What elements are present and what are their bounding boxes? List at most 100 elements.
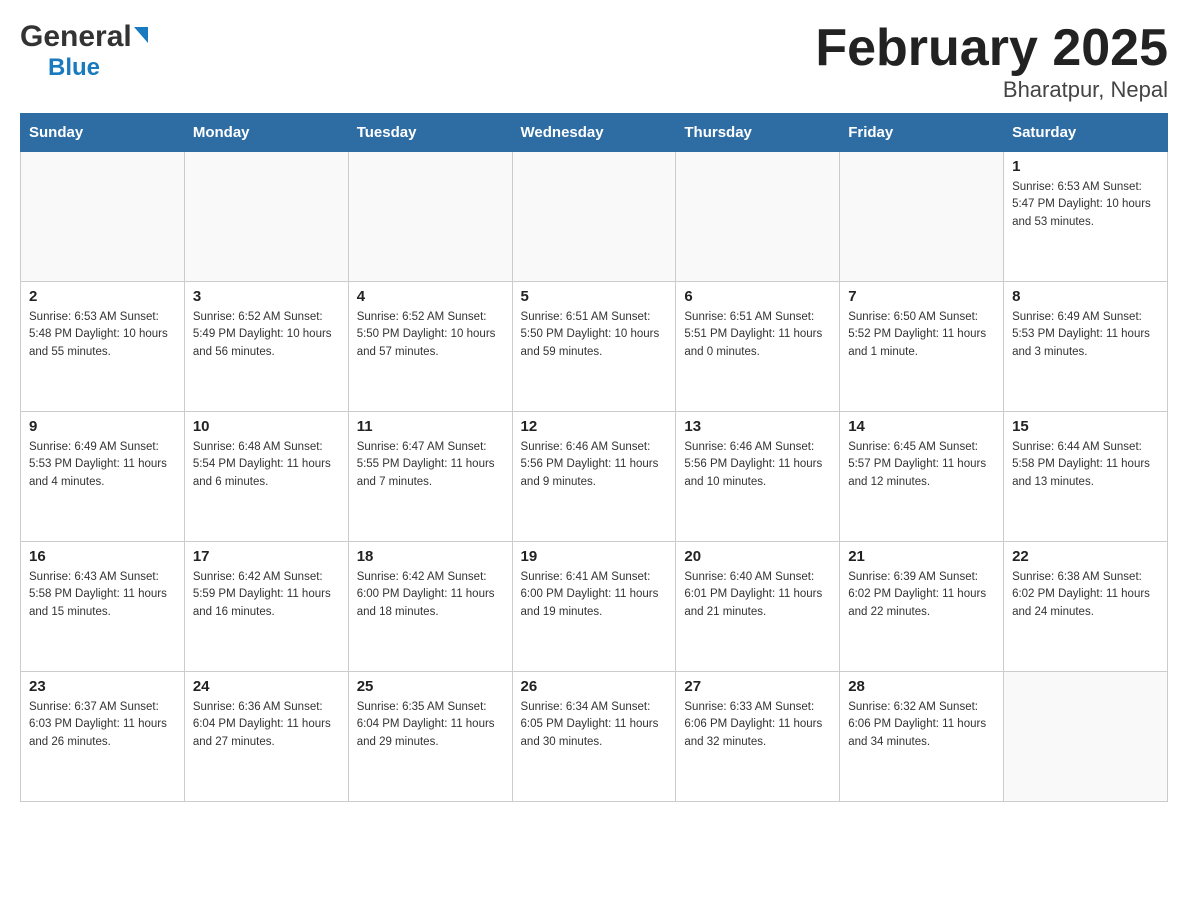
day-number: 19 xyxy=(521,548,668,565)
day-info: Sunrise: 6:46 AM Sunset: 5:56 PM Dayligh… xyxy=(684,439,831,491)
logo-arrow-icon xyxy=(134,27,148,43)
day-info: Sunrise: 6:41 AM Sunset: 6:00 PM Dayligh… xyxy=(521,569,668,621)
logo: General Blue xyxy=(20,20,148,82)
day-info: Sunrise: 6:46 AM Sunset: 5:56 PM Dayligh… xyxy=(521,439,668,491)
calendar-cell: 1Sunrise: 6:53 AM Sunset: 5:47 PM Daylig… xyxy=(1004,152,1168,282)
day-number: 17 xyxy=(193,548,340,565)
day-number: 15 xyxy=(1012,418,1159,435)
day-number: 12 xyxy=(521,418,668,435)
calendar-week-row: 1Sunrise: 6:53 AM Sunset: 5:47 PM Daylig… xyxy=(21,152,1168,282)
calendar-cell: 6 Sunrise: 6:51 AM Sunset: 5:51 PM Daylig… xyxy=(676,282,840,412)
day-number: 7 xyxy=(848,288,995,305)
day-info: Sunrise: 6:49 AM Sunset: 5:53 PM Dayligh… xyxy=(1012,309,1159,361)
calendar-table: Sunday Monday Tuesday Wednesday Thursday… xyxy=(20,113,1168,802)
calendar-cell xyxy=(512,152,676,282)
day-info: Sunrise: 6:49 AM Sunset: 5:53 PM Dayligh… xyxy=(29,439,176,491)
day-number: 1 xyxy=(1012,158,1159,175)
day-info: Sunrise: 6:39 AM Sunset: 6:02 PM Dayligh… xyxy=(848,569,995,621)
day-number: 9 xyxy=(29,418,176,435)
calendar-cell: 7 Sunrise: 6:50 AM Sunset: 5:52 PM Daylig… xyxy=(840,282,1004,412)
calendar-cell: 12 Sunrise: 6:46 AM Sunset: 5:56 PM Dayli… xyxy=(512,412,676,542)
day-info: Sunrise: 6:52 AM Sunset: 5:49 PM Dayligh… xyxy=(193,309,340,361)
calendar-cell xyxy=(840,152,1004,282)
calendar-cell: 4 Sunrise: 6:52 AM Sunset: 5:50 PM Daylig… xyxy=(348,282,512,412)
calendar-week-row: 2Sunrise: 6:53 AM Sunset: 5:48 PM Daylig… xyxy=(21,282,1168,412)
day-info: Sunrise: 6:44 AM Sunset: 5:58 PM Dayligh… xyxy=(1012,439,1159,491)
calendar-subtitle: Bharatpur, Nepal xyxy=(815,77,1168,103)
day-info: Sunrise: 6:48 AM Sunset: 5:54 PM Dayligh… xyxy=(193,439,340,491)
day-number: 26 xyxy=(521,678,668,695)
day-number: 16 xyxy=(29,548,176,565)
day-info: Sunrise: 6:32 AM Sunset: 6:06 PM Dayligh… xyxy=(848,699,995,751)
day-info: Sunrise: 6:47 AM Sunset: 5:55 PM Dayligh… xyxy=(357,439,504,491)
day-number: 21 xyxy=(848,548,995,565)
logo-general-text: General xyxy=(20,20,132,54)
header-thursday: Thursday xyxy=(676,114,840,152)
logo-blue-text: Blue xyxy=(48,54,100,82)
day-number: 10 xyxy=(193,418,340,435)
day-info: Sunrise: 6:34 AM Sunset: 6:05 PM Dayligh… xyxy=(521,699,668,751)
calendar-cell: 8 Sunrise: 6:49 AM Sunset: 5:53 PM Daylig… xyxy=(1004,282,1168,412)
day-info: Sunrise: 6:40 AM Sunset: 6:01 PM Dayligh… xyxy=(684,569,831,621)
calendar-week-row: 16 Sunrise: 6:43 AM Sunset: 5:58 PM Dayli… xyxy=(21,542,1168,672)
day-info: Sunrise: 6:51 AM Sunset: 5:51 PM Dayligh… xyxy=(684,309,831,361)
calendar-week-row: 9 Sunrise: 6:49 AM Sunset: 5:53 PM Daylig… xyxy=(21,412,1168,542)
calendar-cell: 14 Sunrise: 6:45 AM Sunset: 5:57 PM Dayli… xyxy=(840,412,1004,542)
header-wednesday: Wednesday xyxy=(512,114,676,152)
calendar-cell: 26 Sunrise: 6:34 AM Sunset: 6:05 PM Dayli… xyxy=(512,672,676,802)
day-number: 3 xyxy=(193,288,340,305)
day-number: 23 xyxy=(29,678,176,695)
day-info: Sunrise: 6:38 AM Sunset: 6:02 PM Dayligh… xyxy=(1012,569,1159,621)
day-info: Sunrise: 6:43 AM Sunset: 5:58 PM Dayligh… xyxy=(29,569,176,621)
calendar-cell xyxy=(348,152,512,282)
header-saturday: Saturday xyxy=(1004,114,1168,152)
calendar-cell: 20 Sunrise: 6:40 AM Sunset: 6:01 PM Dayli… xyxy=(676,542,840,672)
calendar-week-row: 23 Sunrise: 6:37 AM Sunset: 6:03 PM Dayli… xyxy=(21,672,1168,802)
calendar-title: February 2025 xyxy=(815,20,1168,77)
header-sunday: Sunday xyxy=(21,114,185,152)
calendar-cell: 18Sunrise: 6:42 AM Sunset: 6:00 PM Dayli… xyxy=(348,542,512,672)
day-info: Sunrise: 6:35 AM Sunset: 6:04 PM Dayligh… xyxy=(357,699,504,751)
day-number: 6 xyxy=(684,288,831,305)
day-info: Sunrise: 6:50 AM Sunset: 5:52 PM Dayligh… xyxy=(848,309,995,361)
calendar-cell: 16 Sunrise: 6:43 AM Sunset: 5:58 PM Dayli… xyxy=(21,542,185,672)
calendar-cell: 11 Sunrise: 6:47 AM Sunset: 5:55 PM Dayli… xyxy=(348,412,512,542)
day-info: Sunrise: 6:53 AM Sunset: 5:48 PM Dayligh… xyxy=(29,309,176,361)
day-number: 11 xyxy=(357,418,504,435)
calendar-header-row: Sunday Monday Tuesday Wednesday Thursday… xyxy=(21,114,1168,152)
day-info: Sunrise: 6:36 AM Sunset: 6:04 PM Dayligh… xyxy=(193,699,340,751)
calendar-cell: 2Sunrise: 6:53 AM Sunset: 5:48 PM Daylig… xyxy=(21,282,185,412)
calendar-cell: 27Sunrise: 6:33 AM Sunset: 6:06 PM Dayli… xyxy=(676,672,840,802)
calendar-cell: 3 Sunrise: 6:52 AM Sunset: 5:49 PM Daylig… xyxy=(184,282,348,412)
calendar-cell: 23 Sunrise: 6:37 AM Sunset: 6:03 PM Dayli… xyxy=(21,672,185,802)
calendar-cell: 15 Sunrise: 6:44 AM Sunset: 5:58 PM Dayli… xyxy=(1004,412,1168,542)
calendar-cell xyxy=(676,152,840,282)
header-tuesday: Tuesday xyxy=(348,114,512,152)
day-number: 18 xyxy=(357,548,504,565)
day-number: 28 xyxy=(848,678,995,695)
day-info: Sunrise: 6:52 AM Sunset: 5:50 PM Dayligh… xyxy=(357,309,504,361)
day-info: Sunrise: 6:45 AM Sunset: 5:57 PM Dayligh… xyxy=(848,439,995,491)
calendar-cell xyxy=(1004,672,1168,802)
day-number: 24 xyxy=(193,678,340,695)
day-number: 22 xyxy=(1012,548,1159,565)
calendar-cell xyxy=(184,152,348,282)
calendar-cell: 28 Sunrise: 6:32 AM Sunset: 6:06 PM Dayli… xyxy=(840,672,1004,802)
day-number: 8 xyxy=(1012,288,1159,305)
day-number: 4 xyxy=(357,288,504,305)
calendar-cell: 25 Sunrise: 6:35 AM Sunset: 6:04 PM Dayli… xyxy=(348,672,512,802)
day-number: 20 xyxy=(684,548,831,565)
day-number: 27 xyxy=(684,678,831,695)
day-number: 25 xyxy=(357,678,504,695)
day-info: Sunrise: 6:42 AM Sunset: 5:59 PM Dayligh… xyxy=(193,569,340,621)
day-number: 14 xyxy=(848,418,995,435)
header-friday: Friday xyxy=(840,114,1004,152)
calendar-cell: 17 Sunrise: 6:42 AM Sunset: 5:59 PM Dayli… xyxy=(184,542,348,672)
calendar-cell: 21 Sunrise: 6:39 AM Sunset: 6:02 PM Dayli… xyxy=(840,542,1004,672)
page-header: General Blue February 2025 Bharatpur, Ne… xyxy=(20,20,1168,103)
day-info: Sunrise: 6:37 AM Sunset: 6:03 PM Dayligh… xyxy=(29,699,176,751)
calendar-cell: 10 Sunrise: 6:48 AM Sunset: 5:54 PM Dayli… xyxy=(184,412,348,542)
day-info: Sunrise: 6:51 AM Sunset: 5:50 PM Dayligh… xyxy=(521,309,668,361)
header-monday: Monday xyxy=(184,114,348,152)
calendar-cell: 9 Sunrise: 6:49 AM Sunset: 5:53 PM Daylig… xyxy=(21,412,185,542)
